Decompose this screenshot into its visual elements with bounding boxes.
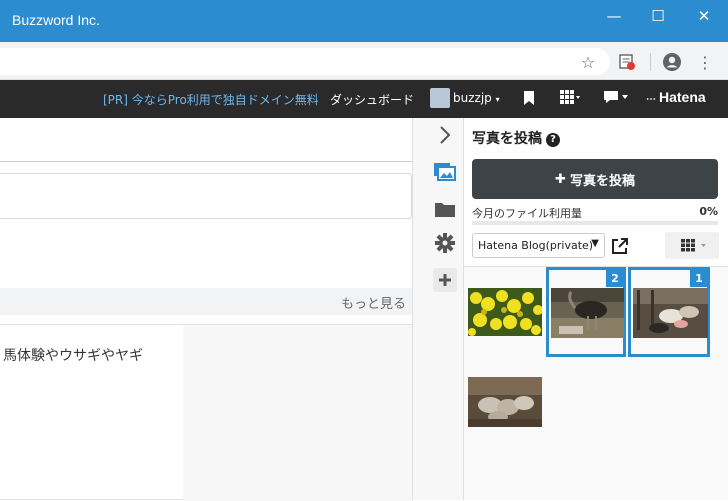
- user-avatar[interactable]: [430, 88, 450, 108]
- close-button[interactable]: ✕: [692, 6, 716, 26]
- photo-upload-icon[interactable]: [433, 160, 457, 184]
- title-input[interactable]: [0, 173, 412, 219]
- window-title: Buzzword Inc.: [12, 12, 100, 28]
- post-photo-label: 写真を投稿: [569, 173, 635, 189]
- gear-icon[interactable]: [433, 231, 457, 255]
- photo-grid: 2 1: [464, 267, 728, 500]
- browser-menu-icon[interactable]: ⋮: [695, 52, 715, 72]
- photo-ostrich-enclosure[interactable]: 2: [546, 267, 626, 357]
- file-usage-percent: 0%: [699, 205, 718, 218]
- file-usage-bar: [472, 221, 718, 225]
- panel-title-text: 写真を投稿: [472, 131, 542, 147]
- photo-rapeseed-flowers[interactable]: [468, 288, 542, 336]
- photo-sheep-herd[interactable]: [468, 377, 542, 427]
- plus-icon: ✚: [555, 171, 566, 187]
- blog-select[interactable]: Hatena Blog(private) ▼: [472, 233, 605, 258]
- file-usage-label: 今月のファイル利用量: [472, 207, 582, 220]
- photo-panel: 写真を投稿? ✚ 写真を投稿 今月のファイル利用量 0% Hatena Blog(…: [464, 118, 728, 500]
- hatena-global-header: [PR] 今ならPro利用で独自ドメイン無料 ダッシュボード buzzjp ▾ …: [0, 80, 728, 118]
- toolbar-divider: [650, 53, 651, 71]
- photo-order-badge: 2: [606, 269, 624, 287]
- user-menu[interactable]: buzzjp ▾: [453, 91, 500, 105]
- photo-ostrich-image: [551, 288, 624, 338]
- more-link[interactable]: もっと見る: [341, 293, 406, 312]
- add-icon[interactable]: [433, 268, 457, 292]
- panel-title: 写真を投稿?: [472, 128, 560, 148]
- maximize-button[interactable]: ☐: [646, 6, 670, 26]
- browser-toolbar: ☆ ⋮: [0, 42, 728, 80]
- hatena-logo[interactable]: ⋯ Hatena: [646, 89, 706, 105]
- window-titlebar: Buzzword Inc. — ☐ ✕: [0, 0, 728, 42]
- photo-order-badge: 1: [690, 269, 708, 287]
- article-excerpt: 馬体験やウサギやヤギ: [3, 348, 143, 364]
- post-photo-button[interactable]: ✚ 写真を投稿: [472, 159, 718, 199]
- sidebar-icon-strip: [412, 118, 464, 500]
- hatena-logo-text: Hatena: [659, 89, 706, 105]
- editor-main: もっと見る 馬体験やウサギやヤギ: [0, 118, 413, 501]
- collapse-chevron-icon[interactable]: [433, 123, 457, 147]
- related-articles-bar: もっと見る: [0, 288, 412, 315]
- photo-goats-image: [633, 288, 708, 338]
- apps-grid-icon[interactable]: [560, 90, 582, 108]
- address-bar[interactable]: [0, 48, 610, 75]
- external-link-icon[interactable]: [610, 236, 630, 256]
- folder-icon[interactable]: [433, 197, 457, 221]
- blog-select-value: Hatena Blog(private): [478, 239, 594, 252]
- promo-link[interactable]: [PR] 今ならPro利用で独自ドメイン無料: [103, 91, 319, 108]
- profile-avatar-icon[interactable]: [662, 52, 682, 72]
- dashboard-link[interactable]: ダッシュボード: [330, 91, 414, 108]
- username-label: buzzjp: [453, 91, 492, 105]
- bookmark-icon[interactable]: [522, 90, 536, 110]
- minimize-button[interactable]: —: [602, 6, 626, 26]
- notifications-icon[interactable]: [604, 90, 630, 108]
- view-toggle-button[interactable]: [665, 232, 719, 259]
- photo-goats-pen[interactable]: 1: [628, 267, 710, 357]
- bookmark-star-icon[interactable]: ☆: [578, 52, 598, 72]
- extension-icon[interactable]: [617, 52, 637, 72]
- help-icon[interactable]: ?: [546, 133, 560, 147]
- title-divider: [0, 161, 412, 162]
- article-thumbnail-area: [183, 325, 413, 501]
- article-card[interactable]: 馬体験やウサギやヤギ: [0, 324, 413, 501]
